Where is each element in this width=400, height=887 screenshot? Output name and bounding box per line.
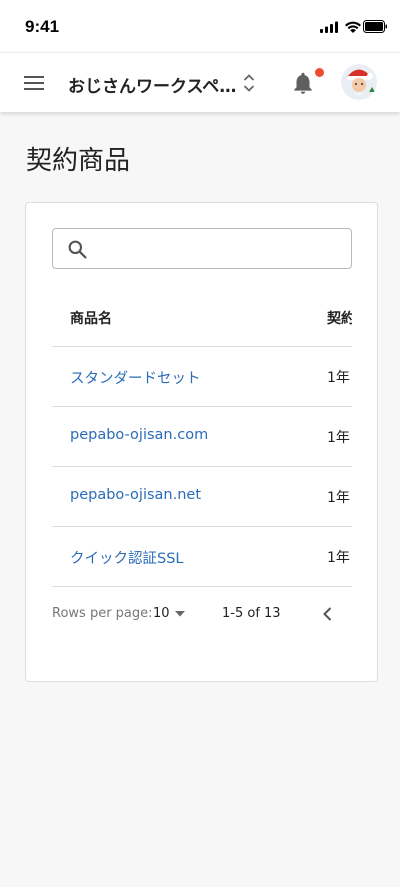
column-header-name[interactable]: 商品名 [70, 308, 112, 328]
contract-term: 1年 [327, 370, 350, 386]
page-title: 契約商品 [26, 146, 131, 176]
column-header-term[interactable]: 契約期間 [327, 308, 352, 328]
app-header: おじさんワークスペース [0, 52, 400, 112]
notifications-button[interactable] [290, 70, 316, 96]
wifi-icon [345, 21, 361, 33]
signal-icon [320, 21, 338, 33]
products-card: 商品名 契約期間 スタンダードセット 1年 pepabo-ojisan.com … [25, 202, 378, 682]
table-header: 商品名 契約期間 [52, 287, 352, 347]
workspace-switch-button[interactable] [242, 71, 256, 95]
product-link[interactable]: pepabo-ojisan.net [70, 487, 201, 503]
table-row: pepabo-ojisan.com 1年 [52, 407, 352, 467]
bell-icon [294, 72, 312, 94]
pagination: Rows per page: 10 1-5 of 13 [52, 603, 352, 625]
caret-down-icon[interactable] [174, 609, 186, 619]
table-row: pepabo-ojisan.net 1年 [52, 467, 352, 527]
menu-icon [24, 76, 44, 90]
product-link[interactable]: クイック認証SSL [70, 547, 184, 568]
workspace-title[interactable]: おじさんワークスペース [68, 72, 238, 97]
battery-icon [363, 20, 387, 33]
unfold-icon [243, 74, 255, 92]
menu-button[interactable] [22, 72, 46, 94]
search-icon [68, 240, 87, 259]
rows-per-page-select[interactable]: 10 [153, 606, 170, 621]
contract-term: 1年 [327, 430, 350, 446]
pagination-range: 1-5 of 13 [222, 606, 281, 621]
status-icons [320, 19, 388, 33]
chevron-left-icon[interactable] [320, 605, 336, 623]
table-row: クイック認証SSL 1年 [52, 527, 352, 587]
contract-term: 1年 [327, 490, 350, 506]
product-link[interactable]: スタンダードセット [70, 367, 201, 388]
status-time: 9:41 [25, 17, 60, 36]
contract-term: 1年 [327, 550, 350, 566]
product-link[interactable]: pepabo-ojisan.com [70, 427, 208, 443]
rows-per-page-label: Rows per page: [52, 606, 153, 621]
avatar[interactable] [341, 64, 377, 100]
products-table: 商品名 契約期間 スタンダードセット 1年 pepabo-ojisan.com … [52, 287, 352, 587]
search-input[interactable] [97, 233, 341, 265]
status-bar: 9:41 [0, 0, 400, 52]
table-row: スタンダードセット 1年 [52, 347, 352, 407]
notification-dot [315, 68, 324, 77]
search-box[interactable] [52, 228, 352, 269]
